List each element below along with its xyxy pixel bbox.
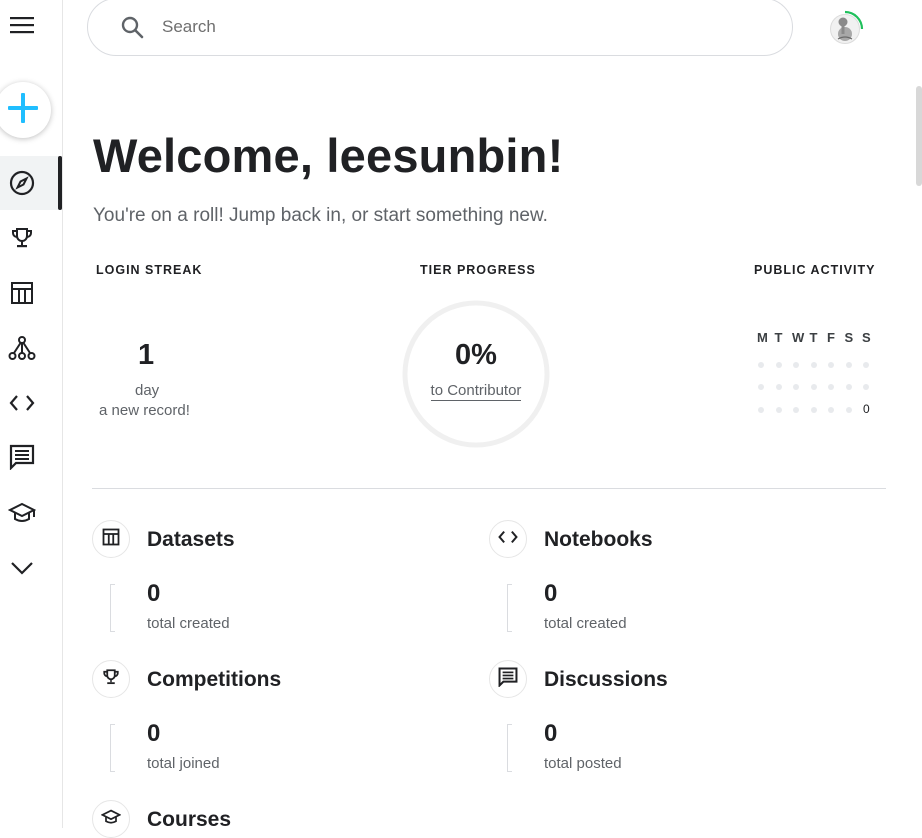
compass-icon [8,169,36,197]
activity-day-label: W [792,330,805,345]
activity-dot [845,407,852,413]
page-title: Welcome, leesunbin! [93,129,564,182]
notebooks-card-title[interactable]: Notebooks [544,528,653,552]
code-icon [8,389,36,417]
search-input[interactable] [160,16,724,38]
login-streak-unit: day [135,382,160,399]
sidebar-item-explore[interactable] [0,156,62,210]
code-icon [498,530,518,549]
sidebar [0,0,63,828]
activity-dot [793,407,799,413]
create-button[interactable] [0,82,51,138]
activity-dot [828,362,834,368]
graduation-cap-icon [8,499,36,527]
tier-progress-ring [402,300,550,448]
discussions-card-title[interactable]: Discussions [544,668,668,692]
competitions-card-count: 0 [147,720,161,747]
notebooks-card-count: 0 [544,580,558,607]
discussions-card-icon [489,660,527,698]
tier-progress-link-wrap: to Contributor [402,382,550,401]
datasets-card-icon [92,520,130,558]
notebooks-card-caption: total created [544,615,627,632]
search-bar[interactable] [87,0,793,56]
discussions-card-caption: total posted [544,755,622,772]
plus-icon [7,92,39,129]
sidebar-item-learn[interactable] [0,488,62,538]
datasets-card-title[interactable]: Datasets [147,528,235,552]
activity-dot [828,384,834,390]
competitions-card-caption: total joined [147,755,220,772]
discussions-card-count: 0 [544,720,558,747]
activity-dot [793,362,799,368]
menu-button[interactable] [8,12,36,42]
activity-dot [758,407,764,413]
activity-day-label: T [809,330,818,345]
public-activity-label: PUBLIC ACTIVITY [754,263,876,277]
activity-dot [845,362,852,368]
notebooks-card-bar [507,584,512,632]
chevron-down-icon [8,554,36,582]
table-icon [102,528,120,551]
page-subtitle: You're on a roll! Jump back in, or start… [93,205,548,226]
activity-dot [758,384,764,390]
activity-dot [810,362,817,368]
activity-day-label: S [844,330,854,345]
competitions-card-icon [92,660,130,698]
comment-icon [8,443,36,471]
login-streak-note: a new record! [99,402,190,419]
sidebar-item-discussions[interactable] [0,432,62,482]
section-divider [92,488,886,489]
tier-progress-value: 0% [455,339,497,371]
login-streak-value: 1 [138,339,155,371]
activity-day-label: M [757,330,769,345]
activity-day-label: T [774,330,783,345]
top-bar [62,0,922,64]
tier-progress-link[interactable]: to Contributor [430,382,522,401]
activity-dot [793,384,799,390]
graduation-cap-icon [100,808,122,831]
courses-card-title[interactable]: Courses [147,808,231,832]
tier-progress-label: TIER PROGRESS [420,263,536,277]
activity-dot [810,407,817,413]
datasets-card-bar [110,584,115,632]
competitions-card-bar [110,724,115,772]
sidebar-item-code[interactable] [0,378,62,428]
trophy-icon [102,668,120,691]
courses-card-icon [92,800,130,838]
table-icon [8,279,36,307]
notebooks-card-icon [489,520,527,558]
trophy-icon [8,224,36,252]
sidebar-item-more[interactable] [0,543,62,593]
sidebar-item-datasets[interactable] [0,268,62,318]
activity-dot [775,362,782,368]
sidebar-item-competitions[interactable] [0,213,62,263]
model-graph-icon [8,334,36,362]
activity-dot [863,384,869,390]
activity-dot [810,384,817,390]
login-streak-label: LOGIN STREAK [96,263,203,277]
avatar[interactable] [825,9,864,47]
activity-dot [845,384,852,390]
sidebar-item-models[interactable] [0,323,62,373]
activity-day-label: S [862,330,871,345]
activity-dot [775,407,782,413]
datasets-card-count: 0 [147,580,161,607]
competitions-card-title[interactable]: Competitions [147,668,281,692]
datasets-card-caption: total created [147,615,230,632]
activity-dot [775,384,782,390]
search-icon [118,13,146,41]
activity-dot [828,407,834,413]
comment-icon [498,667,518,692]
avatar-progress-ring [828,10,864,46]
discussions-card-bar [507,724,512,772]
activity-dot [758,362,764,368]
activity-dot [863,362,869,368]
hamburger-icon [10,16,34,39]
scrollbar-thumb[interactable] [916,86,922,186]
activity-day-label: F [827,330,836,345]
page-scrollbar[interactable] [914,68,922,828]
activity-today-value: 0 [863,402,870,416]
